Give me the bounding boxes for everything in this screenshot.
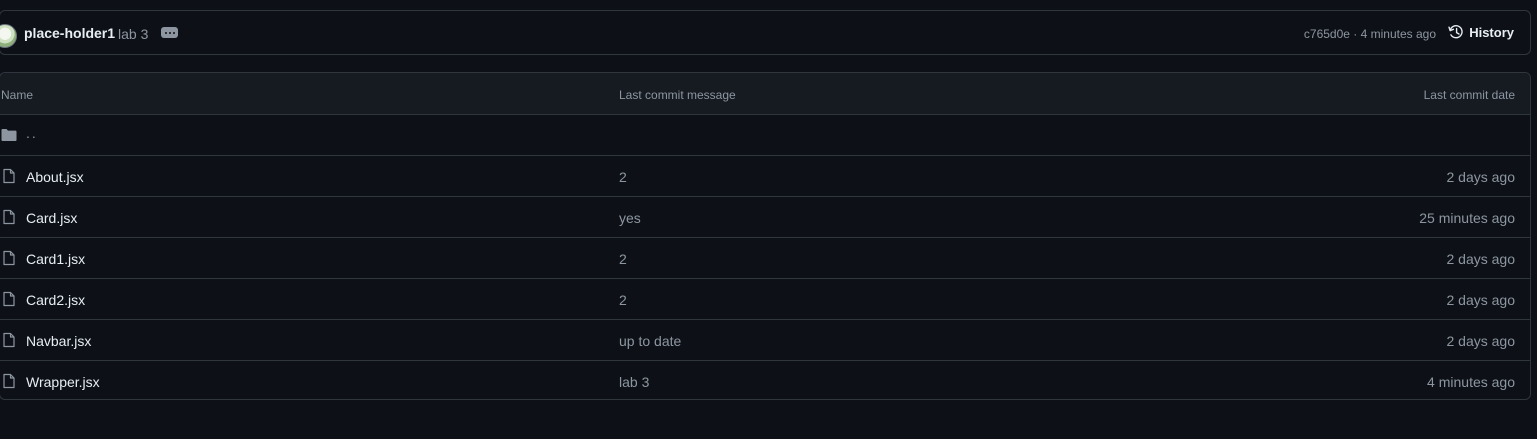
table-row[interactable]: Wrapper.jsx lab 3 4 minutes ago xyxy=(0,361,1530,399)
column-header-commit-message: Last commit message xyxy=(619,88,736,102)
commit-message-link[interactable]: 2 xyxy=(619,292,627,308)
table-row[interactable]: Navbar.jsx up to date 2 days ago xyxy=(0,320,1530,361)
history-button[interactable]: History xyxy=(1448,24,1514,40)
file-name-link[interactable]: Navbar.jsx xyxy=(26,333,91,349)
history-label: History xyxy=(1469,24,1514,40)
latest-commit-bar: place-holder1 lab 3 c765d0e · 4 minutes … xyxy=(0,10,1531,55)
column-header-name: Name xyxy=(1,88,34,102)
commit-message-link[interactable]: up to date xyxy=(619,333,681,349)
parent-directory-row[interactable]: .. xyxy=(0,115,1530,156)
commit-message-link[interactable]: 2 xyxy=(619,251,627,267)
file-name-link[interactable]: Wrapper.jsx xyxy=(26,374,100,390)
kebab-horizontal-icon[interactable] xyxy=(161,27,178,38)
table-row[interactable]: About.jsx 2 2 days ago xyxy=(0,156,1530,197)
file-name-link[interactable]: About.jsx xyxy=(26,169,84,185)
commit-message-link[interactable]: lab 3 xyxy=(619,374,649,390)
commit-date: 2 days ago xyxy=(1446,333,1516,349)
file-icon xyxy=(1,250,17,266)
folder-icon xyxy=(1,127,17,143)
history-icon xyxy=(1448,24,1464,40)
table-row[interactable]: Card2.jsx 2 2 days ago xyxy=(0,279,1530,320)
file-name-link[interactable]: Card.jsx xyxy=(26,210,77,226)
commit-date: 4 minutes ago xyxy=(1427,374,1515,390)
file-name-link[interactable]: Card2.jsx xyxy=(26,292,85,308)
file-list-table: Name Last commit message Last commit dat… xyxy=(0,72,1531,400)
file-name-link[interactable]: Card1.jsx xyxy=(26,251,85,267)
commit-date: 2 days ago xyxy=(1446,251,1516,267)
file-icon xyxy=(1,373,17,389)
file-icon xyxy=(1,209,17,225)
commit-sha-link[interactable]: c765d0e xyxy=(1304,27,1350,41)
table-row[interactable]: Card.jsx yes 25 minutes ago xyxy=(0,197,1530,238)
file-icon xyxy=(1,332,17,348)
table-header: Name Last commit message Last commit dat… xyxy=(0,73,1530,115)
commit-date: 25 minutes ago xyxy=(1419,210,1515,226)
commit-message-link[interactable]: yes xyxy=(619,210,641,226)
file-icon xyxy=(1,168,17,184)
parent-directory-link[interactable]: .. xyxy=(26,125,38,141)
commit-date: 2 days ago xyxy=(1446,169,1516,185)
file-icon xyxy=(1,291,17,307)
table-row[interactable]: Card1.jsx 2 2 days ago xyxy=(0,238,1530,279)
commit-age: 4 minutes ago xyxy=(1360,27,1436,41)
commit-author-link[interactable]: place-holder1 xyxy=(24,25,115,41)
commit-message-link[interactable]: 2 xyxy=(619,169,627,185)
column-header-commit-date: Last commit date xyxy=(1423,88,1515,102)
commit-message-link[interactable]: lab 3 xyxy=(118,26,148,42)
author-avatar[interactable] xyxy=(0,24,17,48)
commit-date: 2 days ago xyxy=(1446,292,1516,308)
commit-meta: c765d0e · 4 minutes ago xyxy=(1304,27,1436,41)
commit-meta-separator: · xyxy=(1349,27,1361,41)
